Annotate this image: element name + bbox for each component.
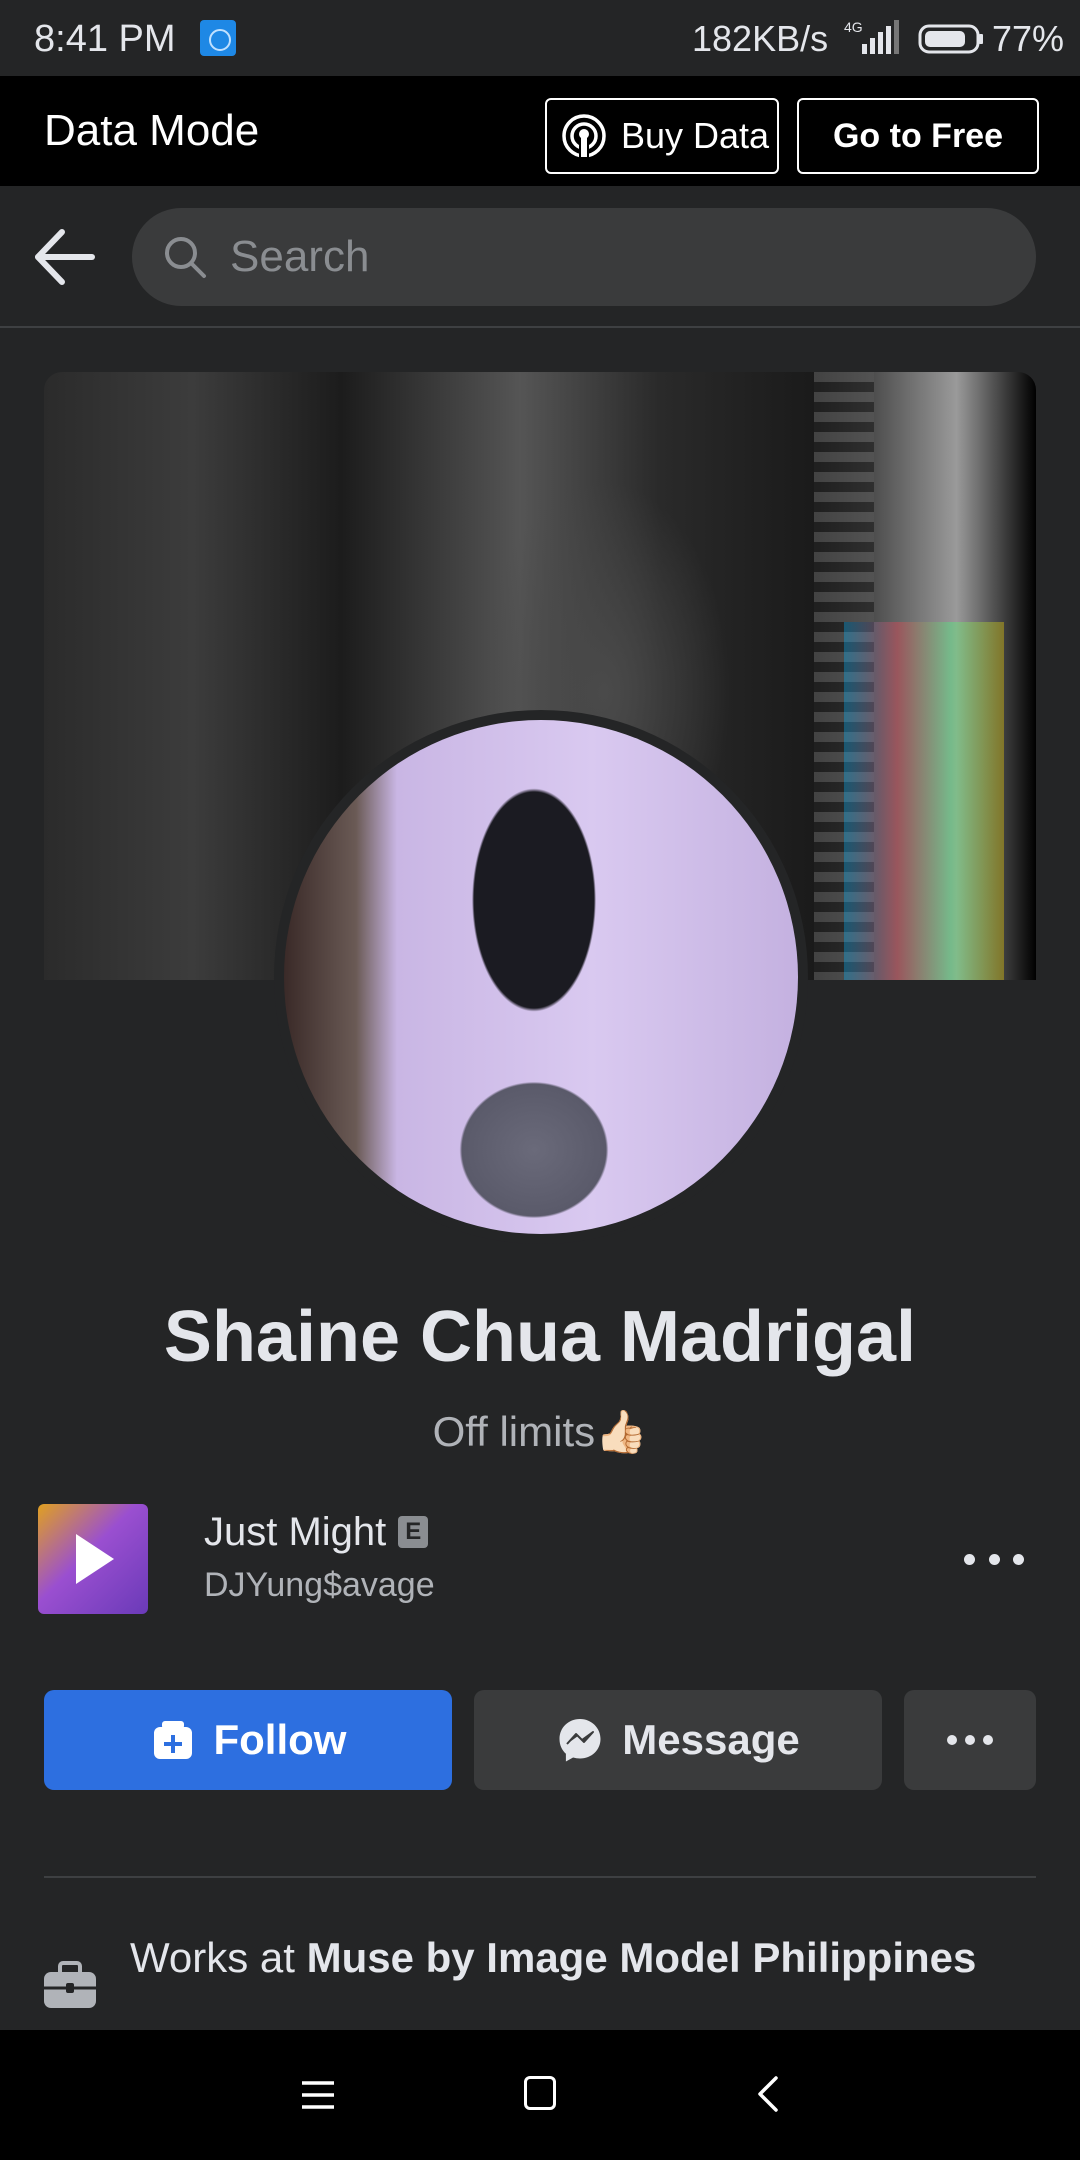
work-text: Works at Muse by Image Model Philippines bbox=[130, 1930, 1030, 1986]
work-prefix: Works at bbox=[130, 1934, 307, 1981]
cover-glitch-effect bbox=[844, 622, 1004, 980]
data-mode-title: Data Mode bbox=[44, 106, 260, 155]
signal-icon: 4G bbox=[844, 19, 899, 54]
profile-name: Shaine Chua Madrigal bbox=[163, 1297, 917, 1377]
data-mode-bar: Data Mode Buy Data Go to Free bbox=[0, 76, 1080, 186]
buy-data-button[interactable]: Buy Data bbox=[545, 98, 779, 174]
song-artist: DJYung$avage bbox=[204, 1566, 435, 1604]
profile-bio: Off limits👍🏻 bbox=[432, 1408, 648, 1455]
search-header: Search bbox=[0, 186, 1080, 328]
profile-picture[interactable] bbox=[284, 720, 798, 1234]
explicit-badge: E bbox=[398, 1516, 429, 1548]
system-nav-bar bbox=[0, 2030, 1080, 2160]
message-button[interactable]: Message bbox=[474, 1690, 882, 1790]
recent-apps-icon[interactable] bbox=[300, 2077, 336, 2113]
follow-add-icon bbox=[153, 1721, 192, 1759]
play-icon bbox=[76, 1534, 114, 1584]
search-input[interactable]: Search bbox=[132, 208, 1036, 306]
mi-app-icon bbox=[200, 20, 236, 56]
network-speed: 182KB/s bbox=[692, 18, 829, 59]
broadcast-icon bbox=[562, 114, 606, 159]
work-company-link[interactable]: Muse by Image Model Philippines bbox=[307, 1934, 977, 1981]
briefcase-icon bbox=[44, 1961, 96, 2008]
music-more-options-icon[interactable] bbox=[964, 1534, 1024, 1584]
search-icon bbox=[165, 237, 206, 278]
status-bar: 8:41 PM 182KB/s 4G 77% bbox=[0, 0, 1080, 76]
message-label: Message bbox=[622, 1716, 800, 1763]
back-arrow-icon[interactable] bbox=[30, 226, 100, 288]
search-placeholder: Search bbox=[230, 232, 370, 281]
section-divider bbox=[44, 1876, 1036, 1878]
status-time: 8:41 PM bbox=[34, 18, 176, 60]
system-back-icon[interactable] bbox=[752, 2074, 782, 2114]
home-icon[interactable] bbox=[524, 2076, 556, 2110]
profile-music[interactable]: Just Might E DJYung$avage bbox=[38, 1504, 1042, 1614]
album-art[interactable] bbox=[38, 1504, 148, 1614]
follow-button[interactable]: Follow bbox=[44, 1690, 452, 1790]
intro-work-row[interactable]: Works at Muse by Image Model Philippines bbox=[0, 1930, 1080, 2030]
battery-icon bbox=[918, 24, 983, 54]
song-title-row: Just Might E bbox=[204, 1510, 429, 1555]
follow-label: Follow bbox=[213, 1716, 347, 1763]
song-title: Just Might bbox=[204, 1510, 387, 1554]
battery-percent: 77% bbox=[992, 18, 1065, 59]
go-to-free-button[interactable]: Go to Free bbox=[797, 98, 1039, 174]
more-dots-icon bbox=[947, 1735, 957, 1745]
svg-text:4G: 4G bbox=[844, 19, 863, 35]
messenger-icon bbox=[559, 1719, 601, 1762]
buy-data-label: Buy Data bbox=[621, 115, 770, 156]
more-options-button[interactable] bbox=[904, 1690, 1036, 1790]
